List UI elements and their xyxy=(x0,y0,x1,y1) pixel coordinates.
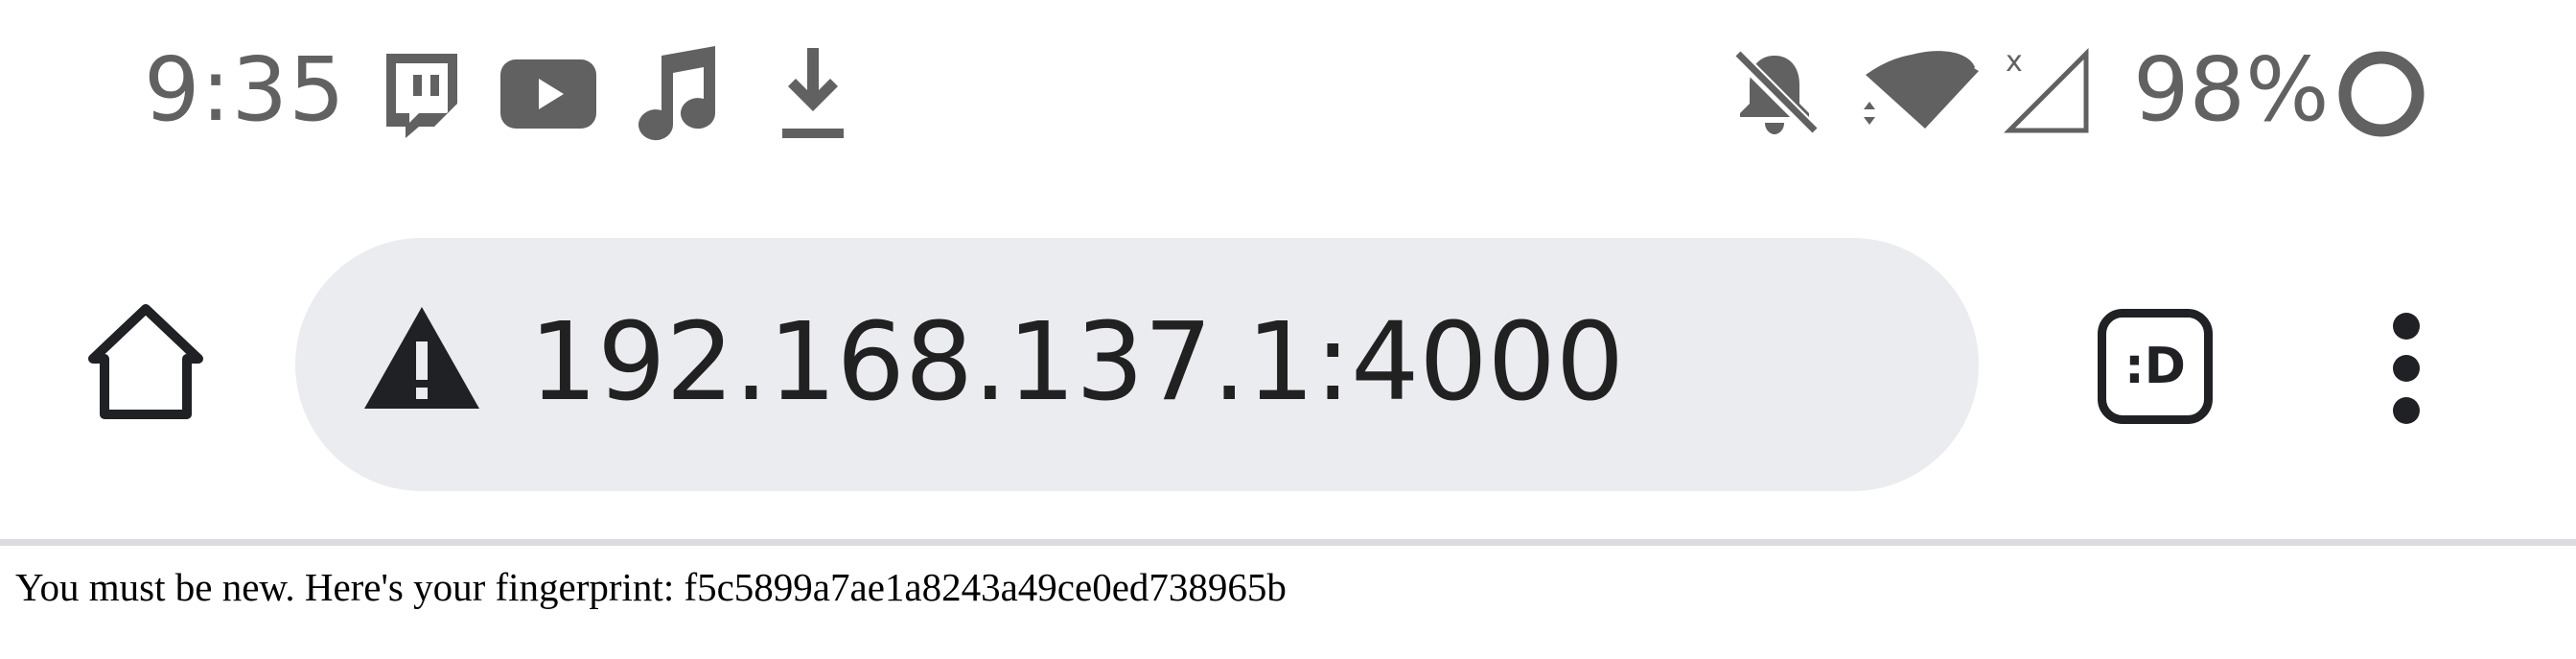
fingerprint-message: You must be new. Here's your fingerprint… xyxy=(15,565,1287,609)
home-icon[interactable] xyxy=(81,297,211,427)
music-note-icon xyxy=(638,46,716,141)
wifi-icon xyxy=(1864,51,1979,129)
warning-icon[interactable] xyxy=(362,305,481,411)
toolbar-divider xyxy=(0,539,2576,546)
url-text[interactable]: 192.168.137.1:4000 xyxy=(529,309,1624,416)
svg-text:x: x xyxy=(2006,46,2023,79)
extension-button[interactable]: :D xyxy=(2098,309,2213,424)
battery-percent: 98% xyxy=(2133,38,2330,141)
more-vert-icon[interactable] xyxy=(2376,305,2437,430)
status-bar: 9:35 x 98% xyxy=(0,0,2576,192)
twitch-icon xyxy=(386,54,457,138)
youtube-icon xyxy=(500,59,596,129)
notifications-muted-icon xyxy=(1731,49,1819,136)
extension-label: :D xyxy=(2124,338,2186,395)
status-time: 9:35 xyxy=(144,38,346,141)
battery-icon xyxy=(2338,51,2425,137)
no-signal-icon: x xyxy=(2004,46,2089,133)
download-icon xyxy=(782,48,844,138)
